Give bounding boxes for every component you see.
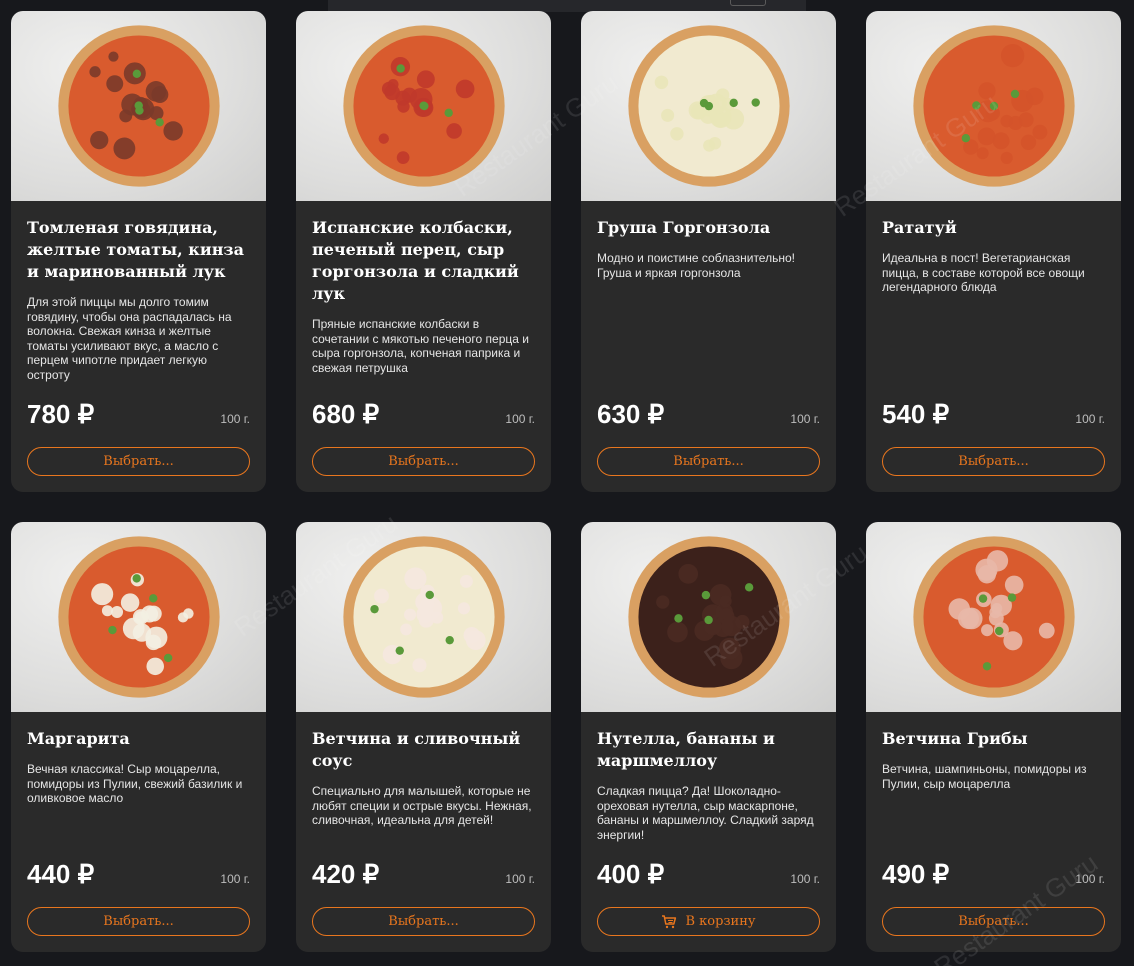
add-to-cart-button[interactable]: В корзину (597, 907, 820, 936)
pizza-card: Рататуй Идеальна в пост! Вегетарианская … (866, 11, 1121, 492)
pizza-card: Нутелла, бананы и маршмеллоу Сладкая пиц… (581, 522, 836, 952)
pizza-grid: Томленая говядина, желтые томаты, кинза … (11, 11, 1121, 952)
select-button[interactable]: Выбрать... (882, 447, 1105, 476)
select-button-label: Выбрать... (388, 914, 459, 929)
pizza-image (912, 25, 1075, 187)
select-button[interactable]: Выбрать... (312, 907, 535, 936)
select-button-label: Выбрать... (673, 454, 744, 469)
pizza-description: Сладкая пицца? Да! Шоколадно-ореховая ну… (597, 784, 814, 842)
cart-icon (662, 914, 677, 928)
select-button-label: Выбрать... (388, 454, 459, 469)
menu-page: Томленая говядина, желтые томаты, кинза … (0, 0, 1134, 966)
pizza-price: 780 ₽ (27, 399, 95, 429)
pizza-photo[interactable] (866, 522, 1121, 712)
pizza-image (627, 25, 790, 187)
pizza-title: Рататуй (882, 218, 957, 237)
select-button[interactable]: Выбрать... (597, 447, 820, 476)
pizza-description: Специально для малышей, которые не любят… (312, 784, 532, 827)
pizza-price: 630 ₽ (597, 399, 665, 429)
pizza-card: Ветчина Грибы Ветчина, шампиньоны, помид… (866, 522, 1121, 952)
pizza-weight: 100 г. (1075, 872, 1105, 886)
pizza-description: Ветчина, шампиньоны, помидоры из Пулии, … (882, 762, 1087, 791)
select-button-label: Выбрать... (103, 914, 174, 929)
pizza-weight: 100 г. (220, 412, 250, 426)
select-button[interactable]: Выбрать... (882, 907, 1105, 936)
pizza-photo[interactable] (11, 522, 266, 712)
pizza-photo[interactable] (296, 522, 551, 712)
pizza-card: Испанские колбаски, печеный перец, сыр г… (296, 11, 551, 492)
pizza-weight: 100 г. (505, 412, 535, 426)
pizza-description: Для этой пиццы мы долго томим говядину, … (27, 295, 232, 382)
pizza-price: 680 ₽ (312, 399, 380, 429)
pizza-title: Ветчина Грибы (882, 729, 1028, 748)
pizza-price: 540 ₽ (882, 399, 950, 429)
pizza-weight: 100 г. (220, 872, 250, 886)
pizza-photo[interactable] (866, 11, 1121, 201)
pizza-title: Ветчина и сливочный соус (312, 729, 521, 770)
pizza-price: 440 ₽ (27, 859, 95, 889)
pizza-photo[interactable] (296, 11, 551, 201)
select-button[interactable]: Выбрать... (312, 447, 535, 476)
pizza-image (57, 25, 220, 187)
pizza-weight: 100 г. (790, 412, 820, 426)
select-button[interactable]: Выбрать... (27, 907, 250, 936)
select-button-label: Выбрать... (958, 454, 1029, 469)
pizza-price: 420 ₽ (312, 859, 380, 889)
pizza-card: Груша Горгонзола Модно и поистине соблаз… (581, 11, 836, 492)
add-to-cart-label: В корзину (685, 914, 756, 929)
pizza-card: Маргарита Вечная классика! Сыр моцарелла… (11, 522, 266, 952)
pizza-card: Томленая говядина, желтые томаты, кинза … (11, 11, 266, 492)
pizza-image (57, 536, 220, 698)
pizza-card: Ветчина и сливочный соус Специально для … (296, 522, 551, 952)
pizza-title: Маргарита (27, 729, 130, 748)
pizza-photo[interactable] (11, 11, 266, 201)
pizza-weight: 100 г. (1075, 412, 1105, 426)
pizza-description: Модно и поистине соблазнительно! Груша и… (597, 251, 795, 280)
pizza-weight: 100 г. (790, 872, 820, 886)
select-button-label: Выбрать... (958, 914, 1029, 929)
select-button-label: Выбрать... (103, 454, 174, 469)
pizza-image (342, 536, 505, 698)
pizza-photo[interactable] (581, 522, 836, 712)
pizza-title: Груша Горгонзола (597, 218, 771, 237)
pizza-title: Нутелла, бананы и маршмеллоу (597, 729, 775, 770)
pizza-price: 400 ₽ (597, 859, 665, 889)
pizza-photo[interactable] (581, 11, 836, 201)
pizza-weight: 100 г. (505, 872, 535, 886)
select-button[interactable]: Выбрать... (27, 447, 250, 476)
pizza-image (342, 25, 505, 187)
pizza-image (627, 536, 790, 698)
pizza-price: 490 ₽ (882, 859, 950, 889)
pizza-description: Идеальна в пост! Вегетарианская пицца, в… (882, 251, 1085, 294)
pizza-description: Вечная классика! Сыр моцарелла, помидоры… (27, 762, 243, 805)
pizza-image (912, 536, 1075, 698)
pizza-description: Пряные испанские колбаски в сочетании с … (312, 317, 529, 375)
pizza-title: Испанские колбаски, печеный перец, сыр г… (312, 218, 519, 303)
pizza-title: Томленая говядина, желтые томаты, кинза … (27, 218, 244, 281)
overlay-mini-button[interactable] (730, 0, 766, 6)
